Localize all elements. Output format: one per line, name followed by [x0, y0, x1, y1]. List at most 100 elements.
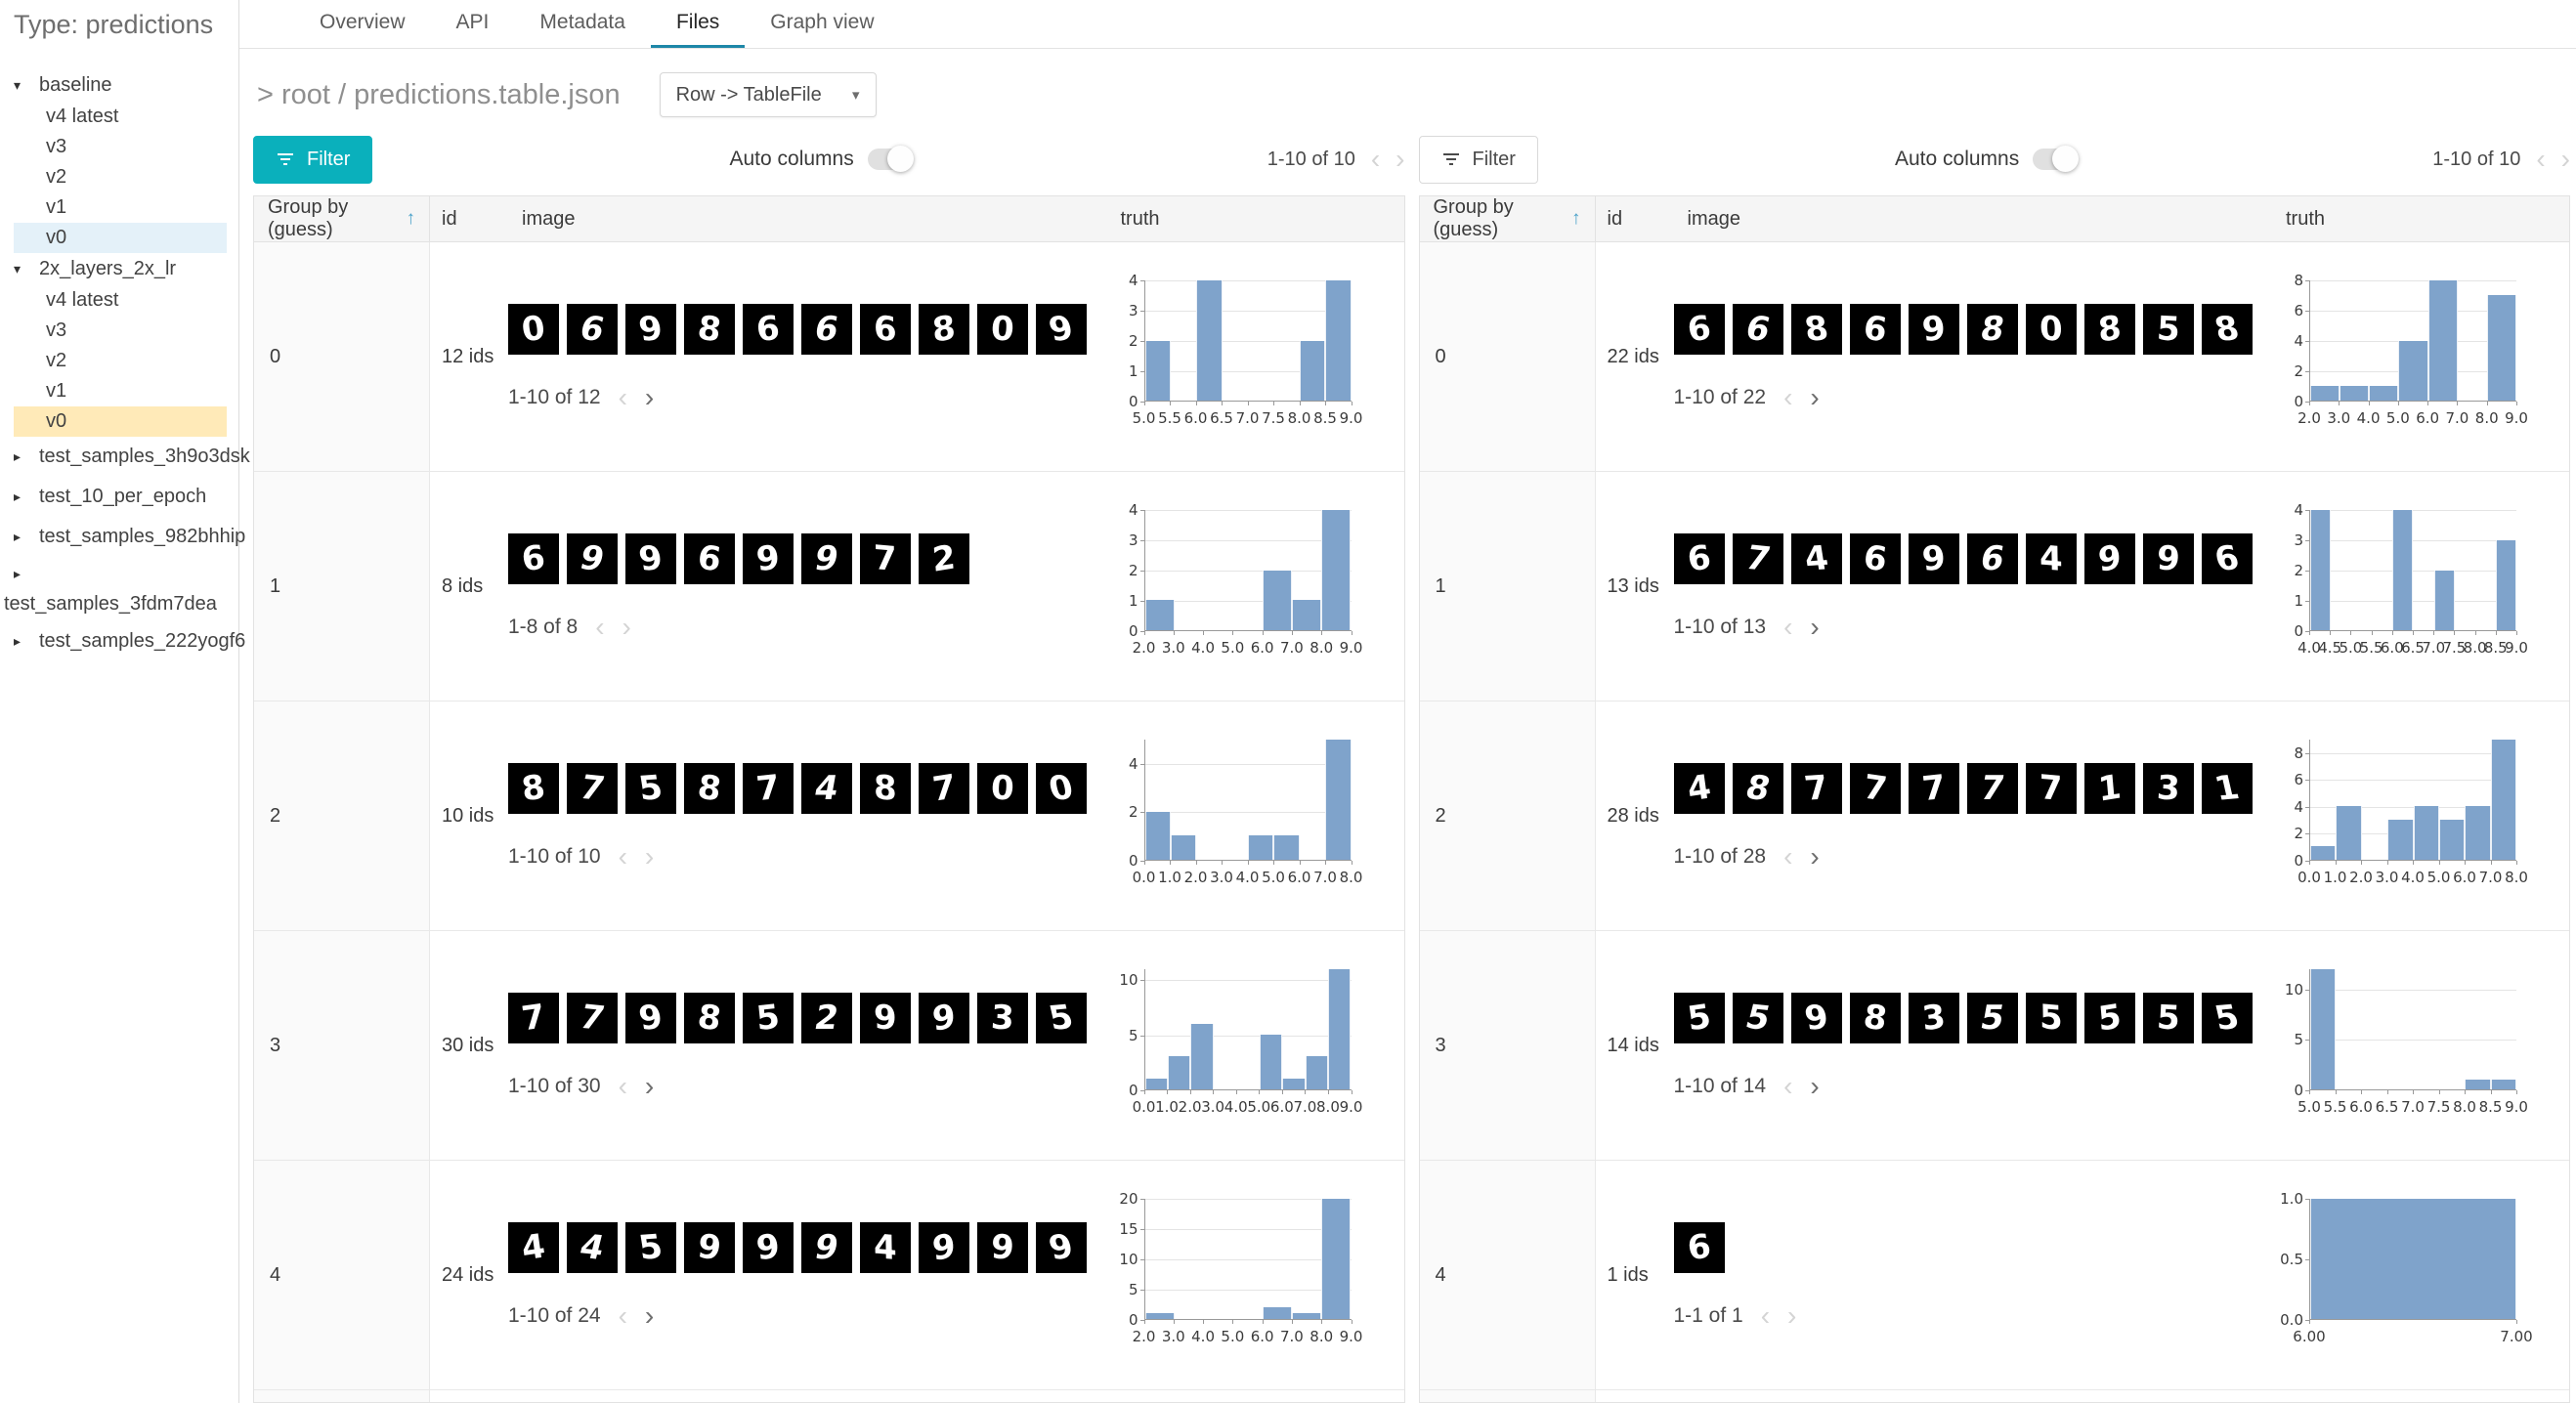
- next-images-icon[interactable]: ›: [645, 1073, 654, 1100]
- prev-images-icon[interactable]: ‹: [1783, 384, 1792, 411]
- tab-graph-view[interactable]: Graph view: [745, 0, 899, 48]
- tree-item-test_samples_982bhhip[interactable]: ▸ test_samples_982bhhip: [14, 517, 245, 557]
- mnist-image[interactable]: 6: [1849, 304, 1901, 355]
- mnist-image[interactable]: 8: [684, 763, 735, 814]
- prev-page-icon[interactable]: ‹: [1371, 146, 1380, 173]
- mnist-image[interactable]: 6: [1673, 533, 1725, 584]
- mnist-image[interactable]: 7: [743, 763, 794, 814]
- tab-api[interactable]: API: [431, 0, 515, 48]
- tree-item-baseline[interactable]: ▾ baseline: [14, 69, 238, 102]
- mnist-image[interactable]: 7: [567, 993, 618, 1043]
- mnist-image[interactable]: 9: [2142, 533, 2194, 584]
- mnist-image[interactable]: 6: [1849, 533, 1901, 584]
- prev-images-icon[interactable]: ‹: [619, 1302, 627, 1330]
- mnist-image[interactable]: 9: [2083, 533, 2135, 584]
- tree-collapsed-arrow-icon[interactable]: ▸: [14, 633, 27, 650]
- mnist-image[interactable]: 9: [625, 993, 676, 1043]
- tab-files[interactable]: Files: [650, 0, 746, 48]
- next-images-icon[interactable]: ›: [623, 614, 631, 641]
- mnist-image[interactable]: 8: [684, 993, 735, 1043]
- mnist-image[interactable]: 5: [1673, 993, 1725, 1043]
- mnist-image[interactable]: 4: [1790, 533, 1842, 584]
- tree-collapsed-arrow-icon[interactable]: ▸: [14, 529, 27, 545]
- tree-version-v0[interactable]: v0: [14, 223, 227, 253]
- tree-version-v0[interactable]: v0: [14, 406, 227, 437]
- next-images-icon[interactable]: ›: [645, 384, 654, 411]
- header-truth[interactable]: truth: [2276, 196, 2569, 241]
- sort-ascending-icon[interactable]: ↑: [407, 208, 416, 230]
- mnist-image[interactable]: 5: [2142, 304, 2194, 355]
- header-id[interactable]: id: [1596, 196, 1674, 241]
- mnist-image[interactable]: 7: [919, 763, 969, 814]
- mnist-image[interactable]: 5: [1036, 993, 1087, 1043]
- mnist-image[interactable]: 9: [1790, 993, 1842, 1043]
- prev-page-icon[interactable]: ‹: [2536, 146, 2545, 173]
- mnist-image[interactable]: 6: [1673, 1222, 1725, 1273]
- mnist-image[interactable]: 5: [2025, 993, 2077, 1043]
- tree-version-v2[interactable]: v2: [14, 346, 227, 376]
- auto-columns-toggle[interactable]: [867, 146, 914, 172]
- mnist-image[interactable]: 6: [567, 304, 618, 355]
- header-id[interactable]: id: [430, 196, 508, 241]
- mnist-image[interactable]: 0: [977, 304, 1028, 355]
- tree-version-v2[interactable]: v2: [14, 162, 227, 192]
- mnist-image[interactable]: 5: [1732, 993, 1783, 1043]
- tab-metadata[interactable]: Metadata: [514, 0, 651, 48]
- tree-version-v4-latest[interactable]: v4 latest: [14, 285, 227, 316]
- mnist-image[interactable]: 9: [625, 533, 676, 584]
- next-images-icon[interactable]: ›: [1810, 384, 1819, 411]
- mnist-image[interactable]: 4: [567, 1222, 618, 1273]
- mnist-image[interactable]: 6: [801, 304, 852, 355]
- mnist-image[interactable]: 9: [1036, 304, 1087, 355]
- mnist-image[interactable]: 8: [508, 763, 559, 814]
- mnist-image[interactable]: 4: [860, 1222, 911, 1273]
- mnist-image[interactable]: 8: [1790, 304, 1842, 355]
- mnist-image[interactable]: 3: [977, 993, 1028, 1043]
- sort-ascending-icon[interactable]: ↑: [1571, 208, 1581, 230]
- mnist-image[interactable]: 8: [1732, 763, 1783, 814]
- auto-columns-toggle[interactable]: [2033, 146, 2080, 172]
- next-images-icon[interactable]: ›: [1810, 614, 1819, 641]
- mnist-image[interactable]: 6: [743, 304, 794, 355]
- mnist-image[interactable]: 4: [801, 763, 852, 814]
- tree-item-test_samples_222yogf6[interactable]: ▸ test_samples_222yogf6: [14, 621, 245, 661]
- header-image[interactable]: image: [1674, 196, 2277, 241]
- mnist-image[interactable]: 5: [625, 1222, 676, 1273]
- prev-images-icon[interactable]: ‹: [619, 384, 627, 411]
- mnist-image[interactable]: 9: [801, 533, 852, 584]
- header-truth[interactable]: truth: [1111, 196, 1404, 241]
- tree-collapsed-arrow-icon[interactable]: ▸: [14, 566, 27, 582]
- filter-button[interactable]: Filter: [1418, 135, 1538, 184]
- mnist-image[interactable]: 6: [1673, 304, 1725, 355]
- mnist-image[interactable]: 6: [684, 533, 735, 584]
- header-image[interactable]: image: [508, 196, 1111, 241]
- next-page-icon[interactable]: ›: [1395, 146, 1404, 173]
- mnist-image[interactable]: 5: [2201, 993, 2253, 1043]
- mnist-image[interactable]: 9: [743, 1222, 794, 1273]
- prev-images-icon[interactable]: ‹: [619, 843, 627, 871]
- mnist-image[interactable]: 7: [567, 763, 618, 814]
- tree-collapsed-arrow-icon[interactable]: ▸: [14, 448, 27, 465]
- mnist-image[interactable]: 9: [743, 533, 794, 584]
- next-images-icon[interactable]: ›: [1810, 1073, 1819, 1100]
- mnist-image[interactable]: 7: [1790, 763, 1842, 814]
- tree-item-test_10_per_epoch[interactable]: ▸ test_10_per_epoch: [14, 477, 238, 517]
- prev-images-icon[interactable]: ‹: [619, 1073, 627, 1100]
- mnist-image[interactable]: 0: [508, 304, 559, 355]
- mnist-image[interactable]: 9: [567, 533, 618, 584]
- tree-version-v4-latest[interactable]: v4 latest: [14, 102, 227, 132]
- mnist-image[interactable]: 2: [801, 993, 852, 1043]
- header-group-by[interactable]: Group by (guess) ↑: [1420, 196, 1596, 241]
- header-group-by[interactable]: Group by (guess) ↑: [254, 196, 430, 241]
- mnist-image[interactable]: 5: [625, 763, 676, 814]
- prev-images-icon[interactable]: ‹: [1761, 1302, 1770, 1330]
- tree-version-v3[interactable]: v3: [14, 316, 227, 346]
- mnist-image[interactable]: 8: [2083, 304, 2135, 355]
- prev-images-icon[interactable]: ‹: [1783, 1073, 1792, 1100]
- tree-version-v3[interactable]: v3: [14, 132, 227, 162]
- mnist-image[interactable]: 8: [684, 304, 735, 355]
- mnist-image[interactable]: 9: [919, 1222, 969, 1273]
- mnist-image[interactable]: 7: [1732, 533, 1783, 584]
- mnist-image[interactable]: 8: [1966, 304, 2018, 355]
- mnist-image[interactable]: 9: [977, 1222, 1028, 1273]
